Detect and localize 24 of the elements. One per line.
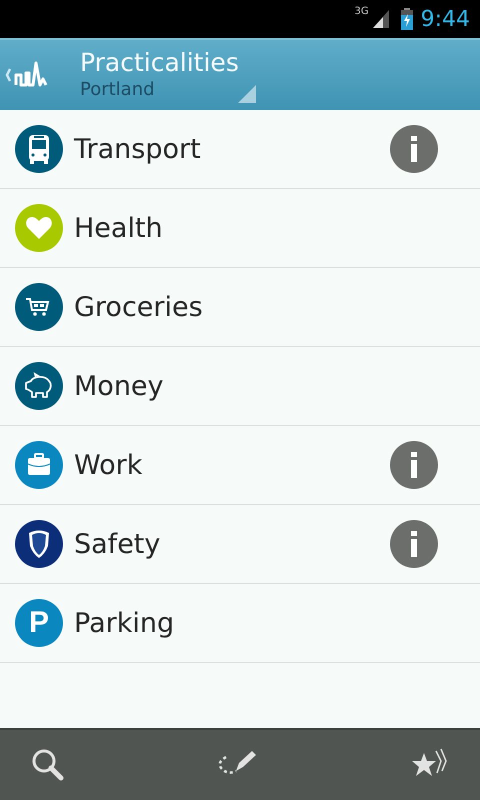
- category-item[interactable]: Health: [0, 189, 480, 268]
- info-icon[interactable]: [390, 125, 438, 173]
- category-label: Transport: [74, 134, 202, 164]
- category-label: Money: [74, 370, 165, 402]
- category-item[interactable]: Work: [0, 426, 480, 505]
- category-label: Parking: [74, 608, 176, 638]
- category-item[interactable]: Groceries: [0, 268, 480, 347]
- category-label: Groceries: [74, 292, 204, 322]
- category-label: Work: [74, 450, 144, 480]
- info-icon[interactable]: [390, 441, 438, 489]
- screen-title: Practicalities: [80, 48, 240, 76]
- dropdown-corner-icon: [238, 84, 256, 102]
- clock: 9:44: [420, 6, 470, 32]
- category-label: Health: [74, 212, 164, 244]
- network-type: 3G: [354, 6, 369, 17]
- info-icon[interactable]: [390, 520, 438, 568]
- category-item[interactable]: Money: [0, 347, 480, 426]
- category-item[interactable]: Safety: [0, 505, 480, 584]
- category-item[interactable]: P Parking: [0, 584, 480, 663]
- category-item[interactable]: Transport: [0, 110, 480, 189]
- category-label: Safety: [74, 528, 162, 560]
- parking-icon: P: [15, 599, 63, 647]
- signal-icon: [372, 10, 389, 28]
- battery-icon: [400, 8, 413, 30]
